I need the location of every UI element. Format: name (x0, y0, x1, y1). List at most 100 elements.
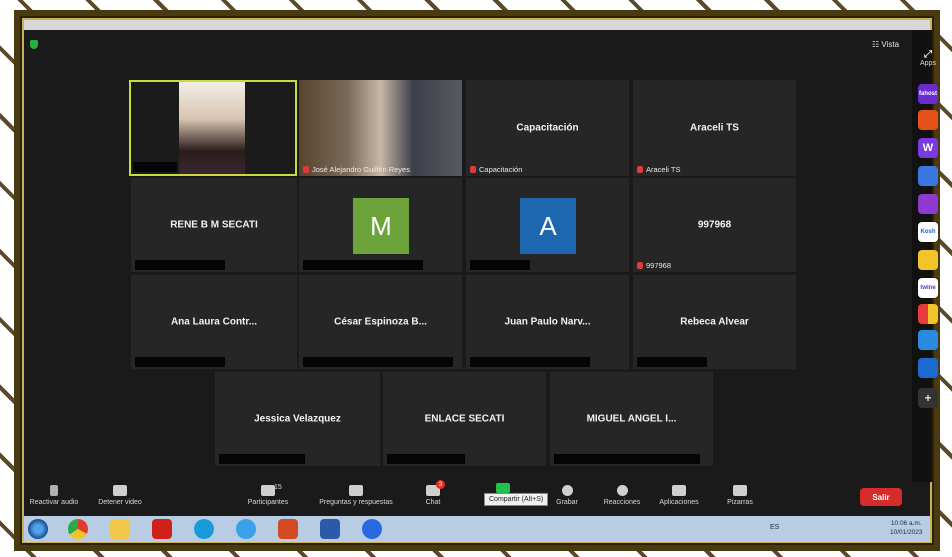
participant-tile[interactable]: 997968 997968 (633, 178, 796, 272)
leave-button[interactable]: Salir (860, 488, 902, 506)
reactions-icon (616, 485, 628, 496)
redacted-name (133, 162, 177, 172)
add-app-icon[interactable]: + (918, 388, 938, 408)
view-button[interactable]: ☷ Vista (872, 40, 899, 49)
participant-tile[interactable]: Ana Laura Contr... (131, 275, 297, 369)
participant-tile[interactable]: A (466, 178, 629, 272)
file-explorer-icon[interactable] (110, 519, 130, 539)
participant-name: 997968 (697, 219, 732, 231)
participant-tile[interactable]: RENE B M SECATI (131, 178, 297, 272)
chat-badge: 3 (436, 480, 445, 489)
participant-tile[interactable]: Capacitación Capacitación (466, 80, 629, 176)
participants-icon (261, 485, 275, 496)
sync-app-icon[interactable] (918, 330, 938, 350)
redacted-name (554, 454, 700, 464)
redacted-name (219, 454, 305, 464)
participant-tile[interactable]: Juan Paulo Narv... (466, 275, 629, 369)
whiteboard-icon (733, 485, 747, 496)
redacted-name (637, 357, 707, 367)
participant-name: ENLACE SECATI (424, 413, 505, 425)
unmute-button[interactable]: Reactivar audio (26, 485, 82, 506)
participant-name: MIGUEL ANGEL I... (586, 413, 677, 425)
stop-video-button[interactable]: Detener video (90, 485, 150, 506)
redacted-name (303, 357, 453, 367)
redacted-name (387, 454, 465, 464)
w-app-icon[interactable]: W (918, 138, 938, 158)
reactions-button[interactable]: Reacciones (600, 485, 644, 506)
orange-app-icon[interactable] (918, 110, 938, 130)
participants-button[interactable]: Participantes (238, 485, 298, 506)
fahost-app-icon[interactable]: fahost (918, 84, 938, 104)
muted-mic-icon (637, 262, 643, 269)
video-camera-icon (113, 485, 127, 496)
participants-count: 15 (274, 484, 282, 491)
share-screen-icon[interactable] (496, 483, 510, 493)
muted-microphone-icon (50, 485, 58, 496)
video-tile[interactable]: José Alejandro Guillén Reyes (299, 80, 462, 176)
participant-name: RENE B M SECATI (170, 219, 258, 231)
chat-button[interactable]: Chat (418, 485, 448, 506)
blue-circle-app-icon[interactable] (918, 166, 938, 186)
participant-tile[interactable]: Rebeca Alvear (633, 275, 796, 369)
twine-app-icon[interactable]: twine (918, 278, 938, 298)
redacted-name (470, 357, 590, 367)
participant-tile[interactable]: Jessica Velazquez (215, 372, 380, 466)
s-app-icon[interactable] (918, 358, 938, 378)
share-tooltip: Compartir (Alt+S) (484, 493, 549, 506)
muted-mic-icon (470, 166, 476, 173)
redacted-name (135, 357, 225, 367)
chrome-icon[interactable] (68, 519, 88, 539)
avatar: A (520, 198, 576, 254)
participant-name: Jessica Velazquez (254, 413, 341, 425)
participant-name: Capacitación (516, 122, 579, 134)
muted-mic-icon (637, 166, 643, 173)
apps-icon (672, 485, 686, 496)
security-shield-icon[interactable] (30, 40, 38, 49)
participant-tile[interactable]: M (299, 178, 462, 272)
zoom-icon[interactable] (362, 519, 382, 539)
record-button[interactable]: Grabar (552, 485, 582, 506)
edge-icon[interactable] (194, 519, 214, 539)
redacted-name (303, 260, 423, 270)
whiteboards-button[interactable]: Pizarras (722, 485, 758, 506)
participant-video (179, 82, 245, 174)
participant-name: Araceli TS (690, 122, 739, 134)
participant-label: 997968 (637, 261, 671, 270)
qa-icon (349, 485, 363, 496)
start-icon[interactable] (28, 519, 48, 539)
participant-video (299, 80, 462, 176)
internet-explorer-icon[interactable] (236, 519, 256, 539)
redacted-name (135, 260, 225, 270)
participant-tile[interactable]: MIGUEL ANGEL I... (550, 372, 713, 466)
kinsh-app-icon[interactable]: Kosh (918, 222, 938, 242)
emoji-app-icon[interactable] (918, 250, 938, 270)
purple-app-icon[interactable] (918, 194, 938, 214)
window-titlebar (24, 20, 930, 30)
record-icon (561, 485, 573, 496)
participant-label: José Alejandro Guillén Reyes (303, 165, 410, 174)
participant-name: Ana Laura Contr... (170, 316, 258, 328)
acrobat-icon[interactable] (152, 519, 172, 539)
participant-label: Araceli TS (637, 165, 680, 174)
apps-button[interactable]: Aplicaciones (654, 485, 704, 506)
participant-name: Juan Paulo Narv... (504, 316, 591, 328)
word-icon[interactable] (320, 519, 340, 539)
system-tray[interactable]: ES (770, 524, 779, 531)
redacted-name (470, 260, 530, 270)
apps-label: Apps (920, 60, 936, 67)
participant-name: César Espinoza B... (334, 316, 427, 328)
video-tile[interactable] (129, 80, 297, 176)
participant-tile[interactable]: Araceli TS Araceli TS (633, 80, 796, 176)
taskbar-clock[interactable]: 10:06 a.m. 10/01/2023 (890, 519, 923, 537)
participant-tile[interactable]: ENLACE SECATI (383, 372, 546, 466)
meeting-toolbar (24, 482, 930, 516)
powerpoint-icon[interactable] (278, 519, 298, 539)
qa-button[interactable]: Preguntas y respuestas (312, 485, 400, 506)
participant-tile[interactable]: César Espinoza B... (299, 275, 462, 369)
muted-mic-icon (303, 166, 309, 173)
colorful-grid-app-icon[interactable] (918, 304, 938, 324)
participant-label: Capacitación (470, 165, 522, 174)
participant-name: Rebeca Alvear (680, 316, 749, 328)
view-label: Vista (881, 40, 900, 49)
avatar: M (353, 198, 409, 254)
